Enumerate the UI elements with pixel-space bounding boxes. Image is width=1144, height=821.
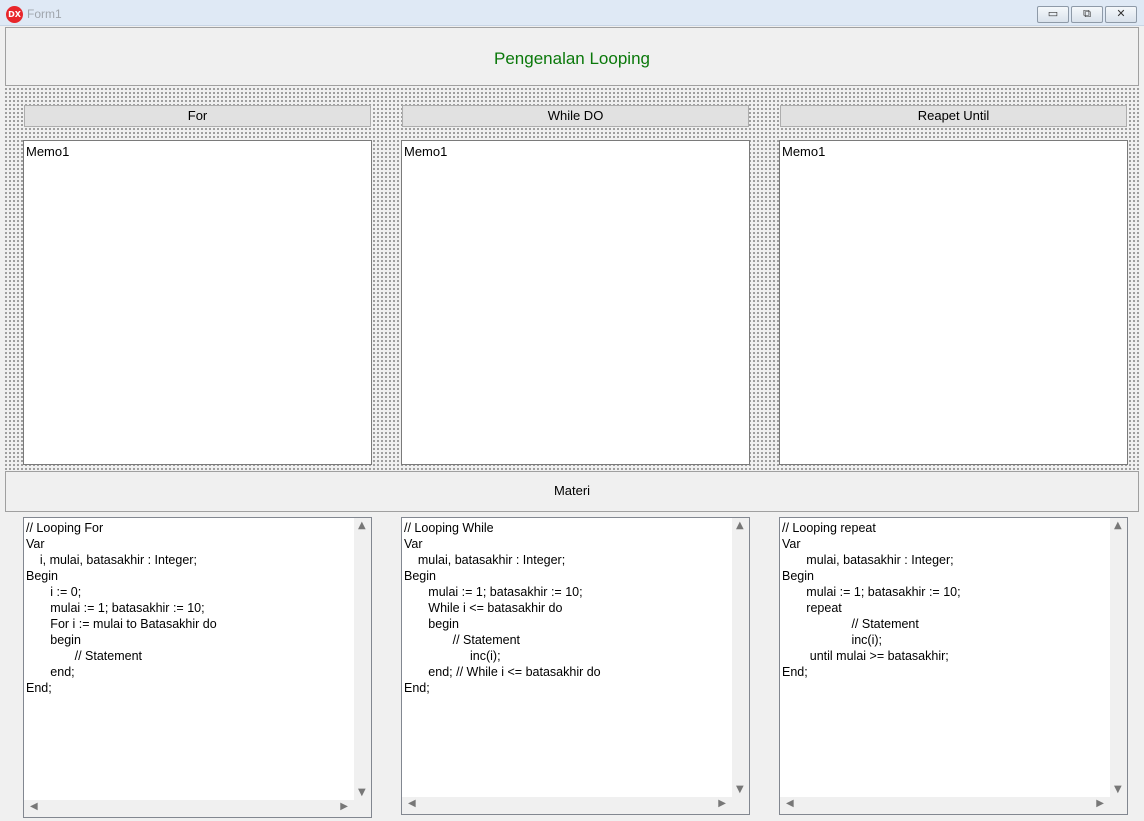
maximize-button[interactable]: ⧉: [1071, 6, 1103, 23]
code-line: mulai := 1; batasakhir := 10;: [404, 585, 583, 599]
code-line: // Statement: [782, 617, 919, 631]
code-line: mulai, batasakhir : Integer;: [782, 553, 954, 567]
scroll-left-icon[interactable]: ◀: [786, 798, 794, 809]
window-title: Form1: [27, 7, 62, 21]
horizontal-scrollbar[interactable]: ◀ ▶: [402, 797, 732, 814]
code-line: until mulai >= batasakhir;: [782, 649, 949, 663]
code-line: Var: [782, 537, 801, 551]
code-line: mulai := 1; batasakhir := 10;: [782, 585, 961, 599]
code-text-for[interactable]: // Looping For Var i, mulai, batasakhir :…: [26, 520, 354, 800]
code-line: mulai := 1; batasakhir := 10;: [26, 601, 205, 615]
vertical-scrollbar[interactable]: ▲ ▼: [354, 518, 371, 800]
scrollbar-corner: [354, 800, 371, 817]
title-bar: DX Form1 ▭ ⧉ ✕: [0, 0, 1144, 26]
code-line: // Statement: [404, 633, 521, 647]
code-line: While i <= batasakhir do: [404, 601, 563, 615]
code-line: // Looping While: [404, 521, 494, 535]
form-client-area: Pengenalan Looping For While DO Reapet U…: [4, 26, 1140, 818]
code-line: end;: [26, 665, 75, 679]
code-line: inc(i);: [782, 633, 883, 647]
code-line: Var: [26, 537, 45, 551]
code-line: Var: [404, 537, 423, 551]
horizontal-scrollbar[interactable]: ◀ ▶: [780, 797, 1110, 814]
scroll-left-icon[interactable]: ◀: [408, 798, 416, 809]
code-text-repeat[interactable]: // Looping repeat Var mulai, batasakhir :…: [782, 520, 1110, 797]
scrollbar-corner: [1110, 797, 1127, 814]
code-line: Begin: [782, 569, 814, 583]
close-button[interactable]: ✕: [1105, 6, 1137, 23]
while-do-button[interactable]: While DO: [402, 105, 749, 127]
code-line: End;: [404, 681, 430, 695]
horizontal-scrollbar[interactable]: ◀ ▶: [24, 800, 354, 817]
code-line: End;: [782, 665, 808, 679]
header-panel: Pengenalan Looping: [5, 27, 1139, 86]
scroll-up-icon[interactable]: ▲: [1114, 520, 1122, 531]
code-line: end; // While i <= batasakhir do: [404, 665, 601, 679]
code-line: begin: [26, 633, 81, 647]
code-line: begin: [404, 617, 459, 631]
code-line: i := 0;: [26, 585, 82, 599]
code-line: Begin: [26, 569, 58, 583]
code-line: // Statement: [26, 649, 143, 663]
code-memo-repeat[interactable]: // Looping repeat Var mulai, batasakhir :…: [779, 517, 1128, 815]
scroll-right-icon[interactable]: ▶: [1096, 798, 1104, 809]
memo-for-output[interactable]: Memo1: [23, 140, 372, 465]
materi-panel: Materi: [5, 471, 1139, 512]
code-line: repeat: [782, 601, 842, 615]
scrollbar-corner: [732, 797, 749, 814]
for-button[interactable]: For: [24, 105, 371, 127]
scroll-right-icon[interactable]: ▶: [718, 798, 726, 809]
memo-while-output[interactable]: Memo1: [401, 140, 750, 465]
scroll-up-icon[interactable]: ▲: [736, 520, 744, 531]
scroll-down-icon[interactable]: ▼: [736, 784, 744, 795]
page-title: Pengenalan Looping: [494, 49, 650, 68]
app-icon: DX: [6, 6, 23, 23]
code-line: // Looping For: [26, 521, 104, 535]
vertical-scrollbar[interactable]: ▲ ▼: [732, 518, 749, 797]
scroll-up-icon[interactable]: ▲: [358, 520, 366, 531]
code-line: Begin: [404, 569, 436, 583]
code-memo-for[interactable]: // Looping For Var i, mulai, batasakhir :…: [23, 517, 372, 818]
scroll-left-icon[interactable]: ◀: [30, 801, 38, 812]
code-line: mulai, batasakhir : Integer;: [404, 553, 566, 567]
minimize-button[interactable]: ▭: [1037, 6, 1069, 23]
code-line: For i := mulai to Batasakhir do: [26, 617, 217, 631]
code-line: // Looping repeat: [782, 521, 876, 535]
scroll-down-icon[interactable]: ▼: [358, 787, 366, 798]
code-line: End;: [26, 681, 52, 695]
memo-repeat-output[interactable]: Memo1: [779, 140, 1128, 465]
vertical-scrollbar[interactable]: ▲ ▼: [1110, 518, 1127, 797]
scroll-right-icon[interactable]: ▶: [340, 801, 348, 812]
code-memo-while[interactable]: // Looping While Var mulai, batasakhir : …: [401, 517, 750, 815]
code-line: inc(i);: [404, 649, 501, 663]
code-line: i, mulai, batasakhir : Integer;: [26, 553, 197, 567]
scroll-down-icon[interactable]: ▼: [1114, 784, 1122, 795]
repeat-until-button[interactable]: Reapet Until: [780, 105, 1127, 127]
code-text-while[interactable]: // Looping While Var mulai, batasakhir : …: [404, 520, 732, 797]
